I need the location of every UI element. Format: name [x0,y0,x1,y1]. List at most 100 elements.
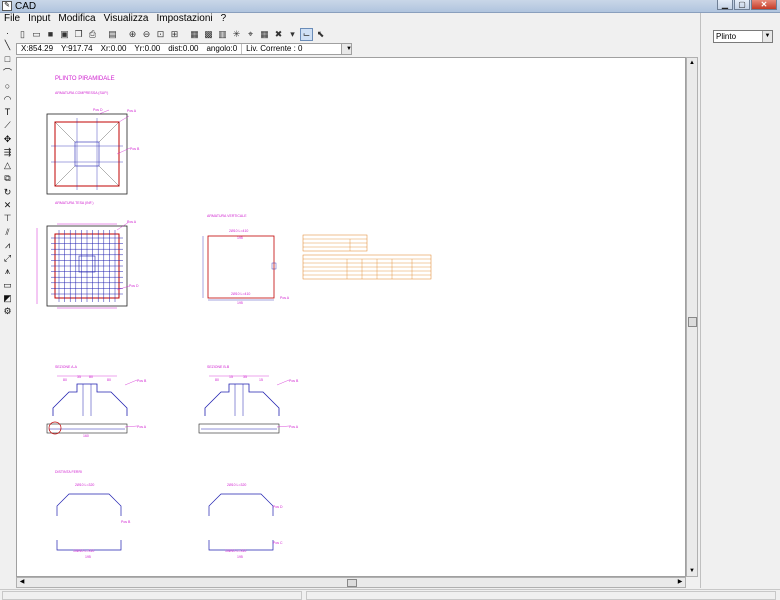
coord-yr: Yr:0.00 [134,44,161,53]
arc3-icon[interactable]: ◠ [0,92,15,105]
save-as-icon[interactable]: ▣ [58,28,71,41]
close-button[interactable]: ✕ [751,0,777,10]
zoom-window-icon[interactable]: ⊡ [154,28,167,41]
pos-a-label-4: Pos A [137,425,147,429]
dim-bb-4: 15 [259,378,263,382]
layer-icon[interactable]: ◩ [0,292,15,305]
rotate-icon[interactable]: ↻ [0,186,15,199]
maximize-button[interactable]: ▢ [734,0,750,10]
drawing-canvas[interactable]: PLINTO PIRAMIDALE ARMATURA COMPRESSA (SU… [16,57,686,577]
menu-file[interactable]: File [0,13,24,25]
extend-icon[interactable]: ⫽ [0,225,15,238]
rectangle-icon[interactable]: □ [0,53,15,66]
section-aa: 80 35 80 80 Pos B Pos A 160 [46,375,147,438]
menu-modifica[interactable]: Modifica [54,13,99,25]
main-toolbar: ▯ ▭ ■ ▣ ❐ ⎙ ▤ ⊕ ⊖ ⊡ ⊞ ▦ ▩ ▥ ✳ ⌖ ▦ ✖ ▾ ⌙ … [16,26,700,42]
dim-aa-3: 80 [89,375,93,379]
scroll-up-icon[interactable]: ▲ [687,58,697,68]
trim-icon[interactable]: ⊤ [0,212,15,225]
text-icon[interactable]: T [0,106,15,119]
plan-view-top: Pos D Pos A Pos B [46,108,140,195]
move-icon[interactable]: ✥ [0,132,15,145]
snap-icon[interactable]: ✳ [230,28,243,41]
delete-x-icon[interactable]: ✕ [0,199,15,212]
properties-icon[interactable]: ⚙ [0,305,15,318]
pos-a-label-5: Pos A [289,425,299,429]
bar-bottom-b-label: 10Ø10 L=310 [225,549,246,553]
bar-bottom-a-dim: 195 [85,555,91,559]
vertical-reinforcement: 2Ø10 L=410 195 2Ø10 L=410 195 Pos A [202,229,290,305]
delete-icon[interactable]: ✖ [272,28,285,41]
label-sezione-bb: SEZIONE B-B [207,365,230,369]
dim-linear-icon[interactable]: ⤢ [0,252,15,265]
chevron-down-icon[interactable]: ▼ [341,44,352,54]
coord-x: X:854.29 [21,44,54,53]
pos-a-label-2: Pos A [127,220,137,224]
vertical-scroll-thumb[interactable] [688,317,697,327]
table-icon[interactable]: ▦ [258,28,271,41]
print-icon[interactable]: ⎙ [86,28,99,41]
coords-icon[interactable]: ⌙ [300,27,313,41]
menu-impostazioni[interactable]: Impostazioni [152,13,216,25]
print-preview-icon[interactable]: ▤ [106,28,119,41]
layers-icon[interactable]: ▥ [216,28,229,41]
menu-visualizza[interactable]: Visualizza [100,13,153,25]
label-armatura-compressa: ARMATURA COMPRESSA (SUP.) [55,91,108,95]
open-icon[interactable]: ▭ [30,28,43,41]
measure-icon[interactable]: ▭ [0,279,15,292]
copy-move-icon[interactable]: ⇶ [0,146,15,159]
dropdown-arrow-icon[interactable]: ▾ [286,28,299,41]
scroll-left-icon[interactable]: ◀ [17,578,27,587]
copy-icon[interactable]: ❐ [72,28,85,41]
pos-d-label-2: Pos D [129,284,139,288]
dim-bb-1: 80 [215,378,219,382]
mirror-icon[interactable]: △ [0,159,15,172]
dim-aa-base: 160 [83,434,89,438]
chevron-down-icon[interactable]: ▼ [762,31,772,42]
dimension-icon[interactable]: ⟋ [0,119,15,132]
select-icon[interactable]: ⬉ [314,28,327,41]
status-pane-1 [2,591,302,600]
cad-drawing: PLINTO PIRAMIDALE ARMATURA COMPRESSA (SU… [36,76,432,559]
distance: dist:0.00 [168,44,199,53]
menu-input[interactable]: Input [24,13,54,25]
label-armatura-tesa: ARMATURA TESA (INF.) [55,201,94,205]
label-armatura-verticale: ARMATURA VERTICALE [207,214,247,218]
section-bb: 80 15 35 15 Pos B Pos A [198,375,299,434]
vertical-scrollbar[interactable]: ▲ ▼ [686,57,698,577]
right-panel: Plinto ▼ [700,13,780,588]
array-icon[interactable]: ⧉ [0,172,15,185]
save-icon[interactable]: ■ [44,28,57,41]
minimize-button[interactable]: ▁ [717,0,733,10]
scroll-right-icon[interactable]: ▶ [675,578,685,587]
current-layer-select[interactable]: Liv. Corrente : 0 [241,44,306,54]
image-icon[interactable]: ▦ [188,28,201,41]
dim-aa-2: 35 [77,375,81,379]
zoom-in-icon[interactable]: ⊕ [126,28,139,41]
dim-aa-4: 80 [107,378,111,382]
zoom-out-icon[interactable]: ⊖ [140,28,153,41]
status-bar [0,589,780,600]
point-icon[interactable]: · [0,26,15,39]
horizontal-scroll-thumb[interactable] [347,579,357,587]
horizontal-scrollbar[interactable]: ◀ ▶ [16,577,686,588]
grid-icon[interactable]: ▩ [202,28,215,41]
line-icon[interactable]: ╲ [0,39,15,52]
layer-select[interactable]: Plinto ▼ [713,30,773,43]
menu-bar: File Input Modifica Visualizza Impostazi… [0,13,700,25]
layer-select-value: Plinto [716,32,737,41]
new-file-icon[interactable]: ▯ [16,28,29,41]
dim-aligned-icon[interactable]: ⩚ [0,265,15,278]
coord-xr: Xr:0.00 [100,44,127,53]
left-toolbar: · ╲ □ ⌒ ○ ◠ T ⟋ ✥ ⇶ △ ⧉ ↻ ✕ ⊤ ⫽ ⩘ ⤢ ⩚ ▭ … [0,26,15,326]
ortho-icon[interactable]: ⌖ [244,28,257,41]
arc-icon[interactable]: ⌒ [0,66,15,79]
coord-y: Y:917.74 [61,44,93,53]
dim-bb-3: 35 [243,375,247,379]
scroll-down-icon[interactable]: ▼ [687,566,697,576]
menu-help[interactable]: ? [217,13,231,25]
hatch-icon[interactable]: ⩘ [0,239,15,252]
zoom-extents-icon[interactable]: ⊞ [168,28,181,41]
coordinates-bar: X:854.29 Y:917.74 Xr:0.00 Yr:0.00 dist:0… [16,43,352,55]
circle-icon[interactable]: ○ [0,79,15,92]
